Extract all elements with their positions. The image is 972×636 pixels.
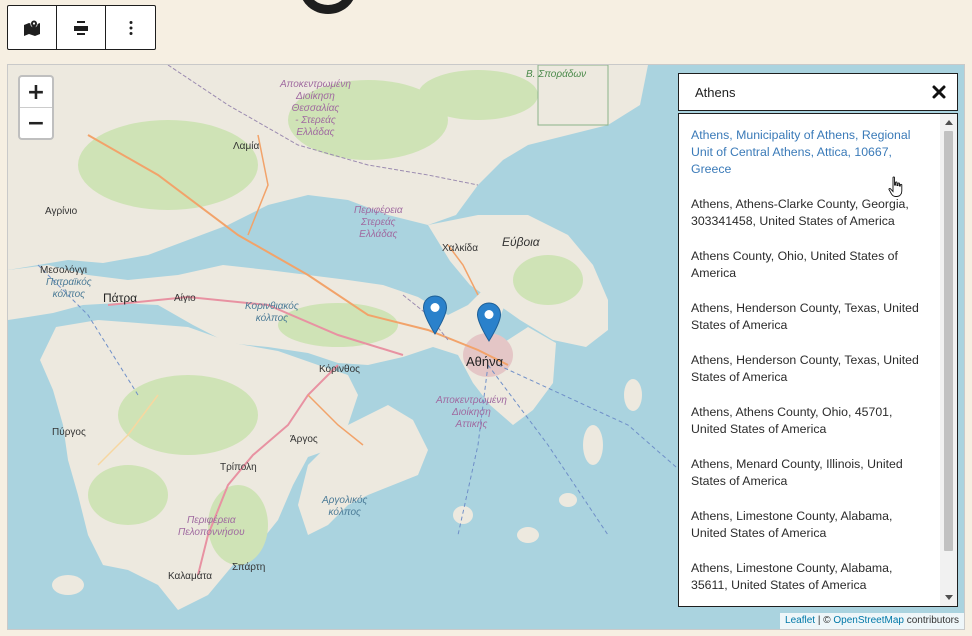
result-item[interactable]: Athens, Henderson County, Texas, United … — [679, 352, 941, 386]
map-marker-icon[interactable] — [422, 295, 448, 335]
result-item[interactable]: Athens, Henderson County, Texas, United … — [679, 300, 941, 334]
more-options-icon — [129, 20, 132, 35]
scroll-up-arrow[interactable] — [940, 114, 957, 130]
geocoder-search — [678, 73, 958, 111]
zoom-in-button[interactable]: + — [20, 77, 52, 107]
results-scrollbar[interactable] — [940, 114, 957, 606]
map-marker-icon[interactable] — [476, 302, 502, 342]
map-block-button[interactable] — [8, 6, 57, 49]
map-canvas[interactable]: Πάτρα Λαμία Αγρίνιο Μεσολόγγι Πατραϊκός … — [7, 64, 965, 630]
attribution-suffix: contributors — [903, 615, 959, 626]
result-item[interactable]: Athens, Menard County, Illinois, United … — [679, 456, 941, 490]
map-attribution: Leaflet | © OpenStreetMap contributors — [780, 613, 964, 629]
attribution-separator: | © — [815, 615, 834, 626]
scroll-down-arrow[interactable] — [940, 590, 957, 606]
result-item[interactable]: Athens, Limestone County, Alabama, 35611… — [679, 560, 941, 594]
mouse-cursor-hand-icon — [888, 176, 903, 197]
result-item[interactable]: Athens, Municipality of Athens, Regional… — [679, 127, 941, 178]
align-button[interactable] — [57, 6, 106, 49]
block-toolbar — [7, 5, 156, 50]
search-input[interactable] — [679, 74, 919, 110]
osm-link[interactable]: OpenStreetMap — [833, 615, 904, 626]
background-heading-fragment — [300, 0, 356, 14]
align-center-icon — [74, 20, 88, 35]
chevron-down-icon — [944, 595, 953, 600]
result-item[interactable]: Athens County, Ohio, United States of Am… — [679, 248, 941, 282]
scrollbar-thumb[interactable] — [944, 131, 953, 551]
close-icon[interactable] — [931, 84, 947, 100]
chevron-up-icon — [944, 120, 953, 125]
result-item[interactable]: Athens, Athens County, Ohio, 45701, Unit… — [679, 404, 941, 438]
more-options-button[interactable] — [106, 6, 155, 49]
leaflet-link[interactable]: Leaflet — [785, 615, 815, 626]
zoom-control: + − — [18, 75, 54, 140]
search-results: Athens, Municipality of Athens, Regional… — [678, 113, 958, 607]
result-item[interactable]: Athens, Limestone County, Alabama, Unite… — [679, 508, 941, 542]
zoom-out-button[interactable]: − — [20, 107, 52, 138]
map-marker-icon — [24, 19, 40, 36]
result-item[interactable]: Athens, Athens-Clarke County, Georgia, 3… — [679, 196, 941, 230]
